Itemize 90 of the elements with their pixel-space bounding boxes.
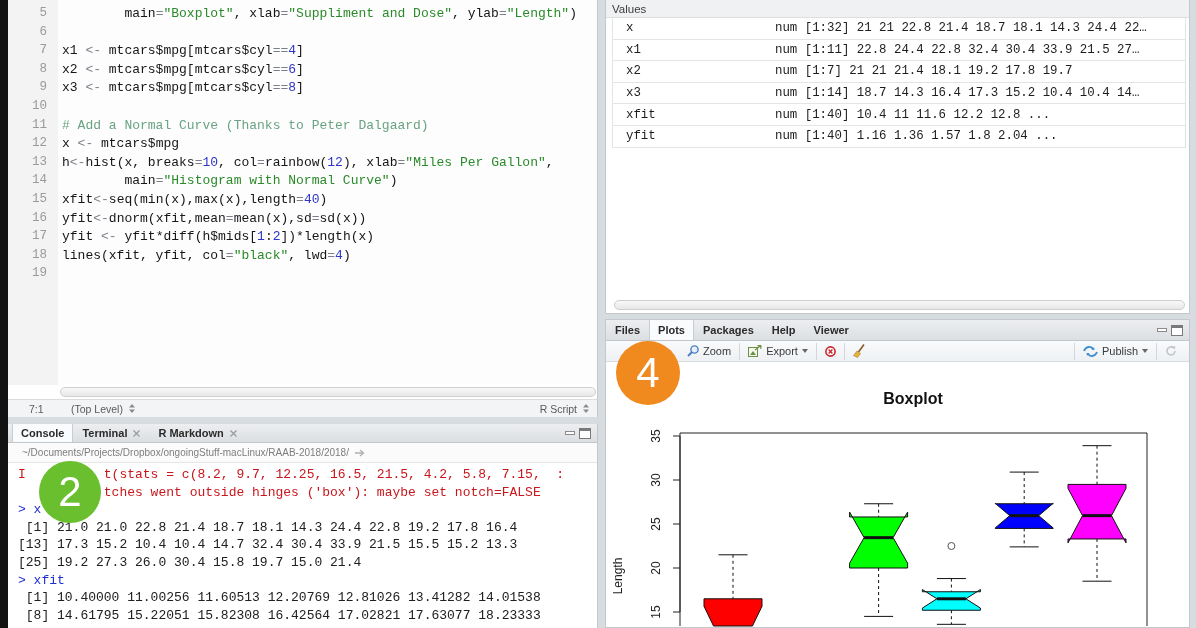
code-line: main="Histogram with Normal Curve")	[123, 173, 398, 191]
cursor-position: 7:1	[29, 402, 45, 415]
line-number: 7	[38, 43, 48, 60]
updown-caret-icon	[128, 404, 135, 413]
code-line: lines(xfit, yfit, col="black", lwd=4)	[62, 247, 351, 265]
error-message: I	[18, 467, 26, 482]
line-number: 9	[38, 80, 48, 97]
line-number: 13	[31, 154, 48, 171]
pane-tab[interactable]: Help	[762, 320, 805, 340]
pane-tab[interactable]: R Markdown	[149, 424, 246, 442]
close-icon[interactable]	[133, 429, 141, 437]
code-line: h<-hist(x, breaks=10, col=rainbow(12), xlab="Miles Per Gallon",	[62, 154, 554, 172]
pane-tab[interactable]: Console	[12, 424, 74, 442]
updown-caret-icon	[583, 404, 589, 413]
error-message: tches went outside hinges ('box'): maybe set notch=FALSE	[103, 484, 541, 502]
plot-title: Boxplot	[883, 390, 943, 407]
working-directory-path: ~/Documents/Projects/Dropbox/ongoingStuff-macLinux/RAAB-2018/2018/	[22, 447, 349, 458]
close-icon[interactable]	[229, 429, 237, 437]
line-number: 19	[31, 266, 48, 283]
line-number: 15	[31, 191, 48, 208]
line-number: 18	[31, 247, 48, 264]
variable-name: x3	[625, 86, 642, 101]
refresh-icon	[1165, 345, 1177, 357]
circle-x-icon	[824, 345, 836, 357]
pane-tab[interactable]: Terminal	[73, 424, 150, 442]
line-number: 14	[31, 173, 48, 190]
scope-selector[interactable]: (Top Level)	[71, 402, 135, 415]
variable-name: x2	[625, 64, 642, 79]
y-tick-label: 35	[649, 429, 663, 443]
code-line: yfit <- yfit*diff(h$mids[1:2])*length(x)	[62, 229, 375, 247]
y-tick-label: 15	[649, 605, 663, 619]
variable-name: x1	[625, 42, 642, 57]
console-output: [1] 10.40000 11.00256 11.60513 12.20769 12.81026 13.41282 14.01538	[24, 590, 541, 608]
outlier-point	[947, 542, 956, 550]
line-number: 5	[38, 6, 48, 22]
variable-value: num [1:14] 18.7 14.3 16.4 17.3 15.2 10.4 10.4 14…	[775, 86, 1140, 101]
line-number: 11	[31, 117, 48, 134]
horizontal-scrollbar[interactable]	[60, 387, 596, 397]
line-number: 10	[31, 98, 48, 115]
console-command: > x	[18, 502, 42, 520]
console-output: [13] 17.3 15.2 10.4 10.4 14.7 32.4 30.4 33.9 21.5 15.5 15.2 13.3	[18, 537, 518, 555]
code-line: x2 <- mtcars$mpg[mtcars$cyl==6]	[62, 61, 304, 79]
code-editor[interactable]	[8, 0, 598, 417]
swirl-arrows-icon	[1082, 344, 1098, 358]
variable-name: yfit	[625, 129, 657, 144]
line-number: 6	[38, 24, 48, 41]
code-line: xfit<-seq(min(x),max(x),length=40)	[62, 191, 328, 209]
code-line: x3 <- mtcars$mpg[mtcars$cyl==8]	[62, 80, 304, 98]
broom-icon	[852, 344, 865, 358]
maximize-icon[interactable]	[579, 427, 591, 439]
publish-button[interactable]: Publish	[1073, 342, 1156, 360]
variable-value: num [1:40] 1.16 1.36 1.57 1.8 2.04 ...	[775, 129, 1058, 144]
line-number: 12	[31, 136, 48, 153]
line-number: 8	[38, 61, 48, 78]
line-number: 16	[31, 210, 48, 227]
file-type-selector[interactable]: R Script	[539, 402, 589, 415]
line-number: 17	[31, 229, 48, 246]
export-button[interactable]: Export	[739, 342, 816, 360]
code-line: main="Boxplot", xlab="Suppliment and Dose", ylab="Length")	[123, 6, 577, 23]
code-line: # Add a Normal Curve (Thanks to Peter Dalgaard)	[62, 117, 429, 135]
console-command: > xfit	[18, 572, 65, 590]
magnifier-icon	[687, 345, 699, 357]
y-tick-label: 30	[649, 473, 663, 487]
variable-value: num [1:32] 21 21 22.8 21.4 18.7 18.1 14.3 24.4 22…	[775, 21, 1147, 36]
variable-value: num [1:11] 22.8 24.4 22.8 32.4 30.4 33.9 21.5 27…	[775, 42, 1140, 57]
picture-arrow-icon	[748, 345, 763, 357]
maximize-icon[interactable]	[1171, 324, 1183, 336]
variable-name: x	[625, 21, 635, 36]
horizontal-scrollbar[interactable]	[614, 300, 1185, 310]
arrow-right-icon[interactable]	[354, 448, 365, 457]
code-line: x <- mtcars$mpg	[62, 136, 180, 154]
zoom-button[interactable]: Zoom	[682, 342, 740, 360]
variable-value: num [1:40] 10.4 11 11.6 12.2 12.8 ...	[775, 107, 1051, 122]
variable-value: num [1:7] 21 21 21.4 18.1 19.2 17.8 19.7	[775, 64, 1073, 79]
console-output: [25] 19.2 27.3 26.0 30.4 15.8 19.7 15.0 21.4	[18, 554, 362, 572]
variable-name: xfit	[625, 107, 657, 122]
pane-tab[interactable]: Files	[606, 320, 650, 340]
pane-tab[interactable]: Viewer	[804, 320, 858, 340]
pane-tab[interactable]: Packages	[694, 320, 763, 340]
error-message: t(stats = c(8.2, 9.7, 12.25, 16.5, 21.5, 4.2, 5.8, 7.15, :	[103, 467, 565, 484]
minimize-icon[interactable]	[565, 431, 575, 435]
y-tick-label: 25	[649, 517, 663, 531]
y-axis-label: Length	[611, 557, 625, 595]
y-tick-label: 20	[649, 561, 663, 575]
pane-tab[interactable]: Plots	[649, 320, 694, 340]
console-output: [8] 14.61795 15.22051 15.82308 16.42564 17.02821 17.63077 18.23333	[24, 607, 541, 625]
code-line: x1 <- mtcars$mpg[mtcars$cyl==4]	[62, 43, 304, 61]
minimize-icon[interactable]	[1157, 328, 1167, 332]
code-line: yfit<-dnorm(xfit,mean=mean(x),sd=sd(x))	[62, 210, 367, 228]
section-header: Values	[606, 0, 1189, 18]
